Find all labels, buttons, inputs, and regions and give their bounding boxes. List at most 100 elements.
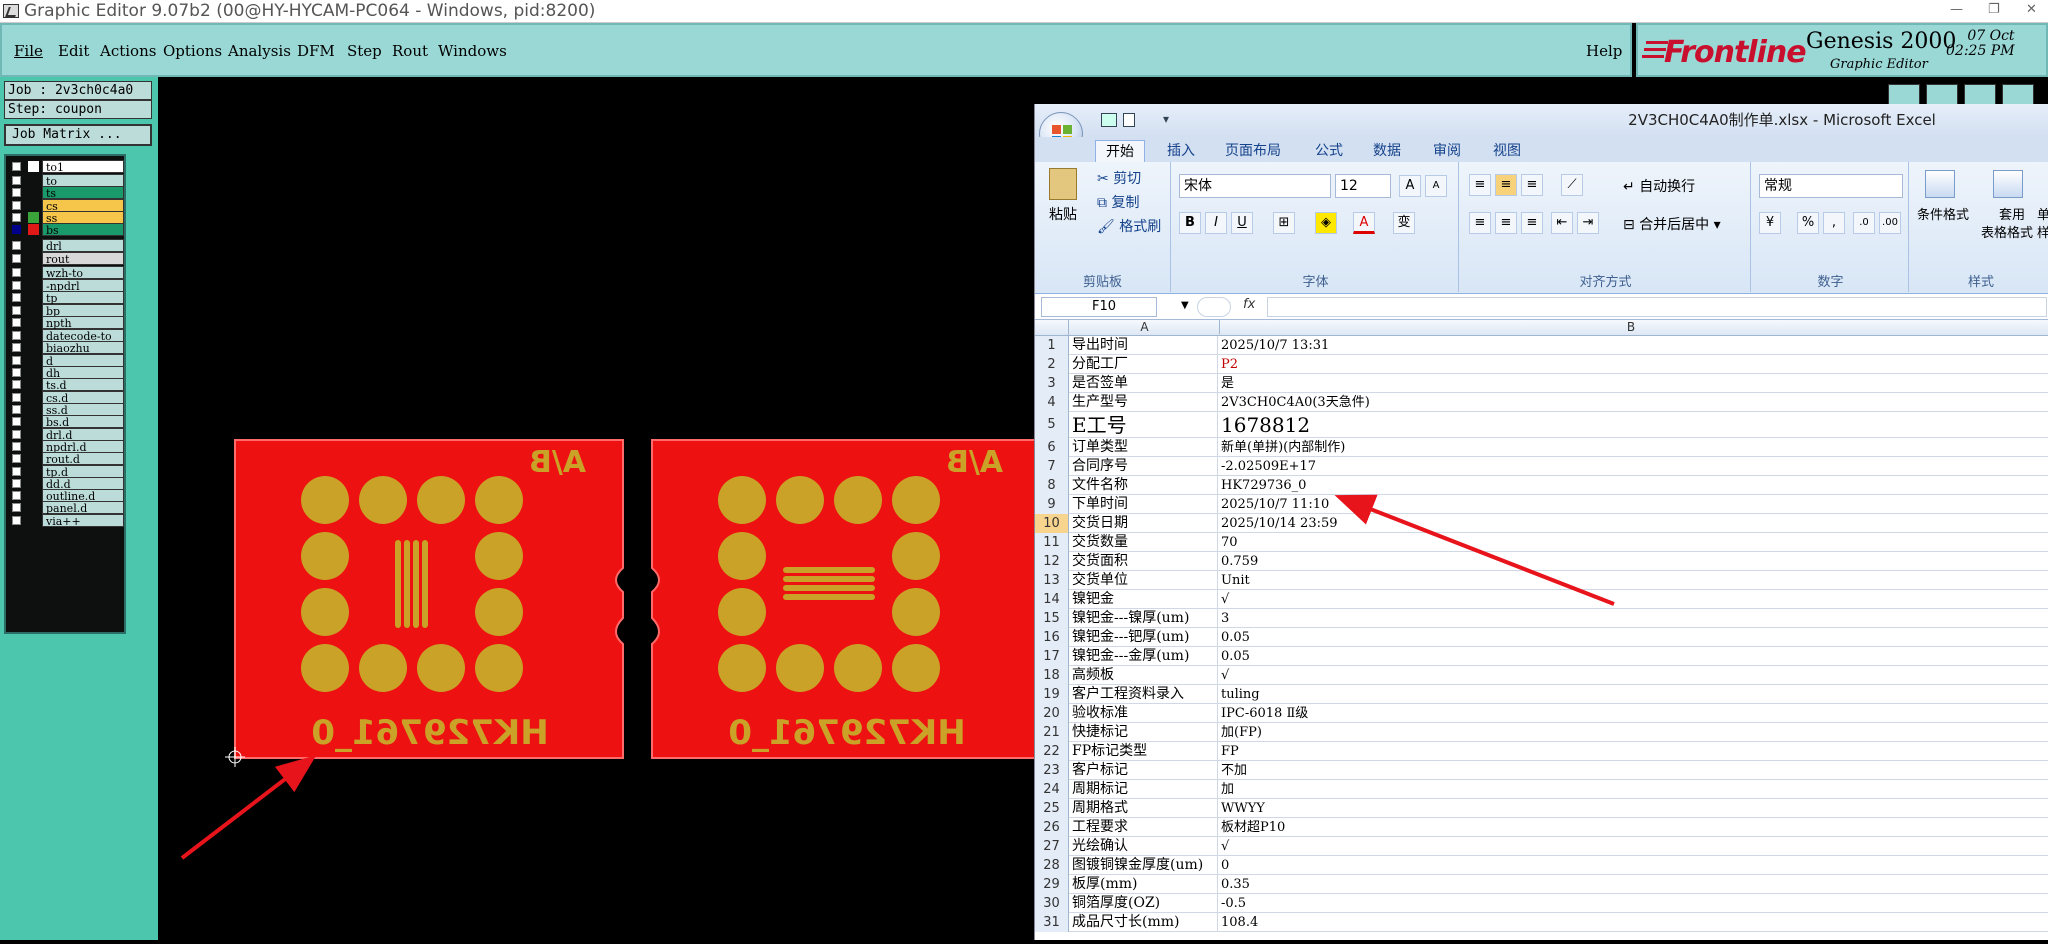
layer-checkbox[interactable] (12, 268, 21, 277)
row-number[interactable]: 1 (1035, 336, 1069, 355)
layer-checkbox[interactable] (12, 331, 21, 340)
table-row[interactable]: 17 镍钯金---金厚(um) 0.05 (1035, 647, 2048, 666)
layer-row-npth[interactable]: npth (6, 316, 124, 330)
currency-icon[interactable]: ¥ (1759, 212, 1781, 234)
cell-field-label[interactable]: 客户工程资料录入 (1070, 685, 1218, 704)
menu-actions[interactable]: Actions (100, 42, 156, 60)
comma-button[interactable]: , (1823, 212, 1845, 234)
layer-color-swatch[interactable] (28, 478, 39, 489)
layer-color-swatch[interactable] (28, 416, 39, 427)
row-number[interactable]: 23 (1035, 761, 1069, 780)
row-number[interactable]: 2 (1035, 355, 1069, 374)
layer-color-swatch[interactable] (28, 267, 39, 278)
tab-formulas[interactable]: 公式 (1305, 140, 1353, 162)
tab-data[interactable]: 数据 (1363, 140, 1411, 162)
cell-field-value[interactable]: 加(FP) (1221, 723, 2041, 742)
row-number[interactable]: 10 (1035, 514, 1069, 533)
tab-review[interactable]: 审阅 (1423, 140, 1471, 162)
number-format-select[interactable]: 常规 (1759, 174, 1903, 198)
conditional-format-button[interactable]: 条件格式 (1917, 204, 1969, 223)
layer-checkbox[interactable] (12, 254, 21, 263)
layer-color-swatch[interactable] (28, 379, 39, 390)
align-left-icon[interactable]: ≡ (1469, 212, 1491, 234)
namebox-dropdown-icon[interactable]: ▼ (1181, 300, 1189, 311)
table-row[interactable]: 28 图镀铜镍金厚度(um) 0 (1035, 856, 2048, 875)
cell-field-label[interactable]: 快捷标记 (1070, 723, 1218, 742)
cell-field-label[interactable]: 工程要求 (1070, 818, 1218, 837)
row-number[interactable]: 21 (1035, 723, 1069, 742)
layer-checkbox[interactable] (12, 306, 21, 315)
phonetic-button[interactable]: 变 (1393, 212, 1415, 234)
layer-color-swatch[interactable] (28, 490, 39, 501)
table-row[interactable]: 23 客户标记 不加 (1035, 761, 2048, 780)
layer-checkbox[interactable] (12, 417, 21, 426)
format-painter-button[interactable]: 🖌 格式刷 (1097, 216, 1161, 236)
table-row[interactable]: 19 客户工程资料录入 tuling (1035, 685, 2048, 704)
customize-qat-icon[interactable]: ▾ (1163, 112, 1169, 126)
cell-field-value[interactable]: Unit (1221, 571, 2041, 590)
font-size-select[interactable]: 12 (1335, 174, 1391, 198)
table-row[interactable]: 22 FP标记类型 FP (1035, 742, 2048, 761)
layer-color-swatch[interactable] (28, 200, 39, 211)
save-icon[interactable] (1101, 113, 1117, 127)
menu-analysis[interactable]: Analysis (228, 42, 291, 60)
cell-field-value[interactable]: 0.759 (1221, 552, 2041, 571)
layer-color-swatch[interactable] (28, 161, 39, 172)
layer-checkbox[interactable] (12, 213, 21, 222)
table-row[interactable]: 30 铜箔厚度(OZ) -0.5 (1035, 894, 2048, 913)
tab-view[interactable]: 视图 (1483, 140, 1531, 162)
table-row[interactable]: 31 成品尺寸长(mm) 108.4 (1035, 913, 2048, 932)
layer-row-bs[interactable]: bs (6, 223, 124, 237)
cell-field-value[interactable]: -0.5 (1221, 894, 2041, 913)
table-row[interactable]: 16 镍钯金---钯厚(um) 0.05 (1035, 628, 2048, 647)
layer-row-drl[interactable]: drl (6, 239, 124, 253)
table-row[interactable]: 4 生产型号 2V3CH0C4A0(3天急件) (1035, 393, 2048, 412)
layer-color-swatch[interactable] (28, 453, 39, 464)
layer-checkbox[interactable] (12, 442, 21, 451)
table-row[interactable]: 26 工程要求 板材超P10 (1035, 818, 2048, 837)
menu-rout[interactable]: Rout (392, 42, 428, 60)
layer-checkbox[interactable] (12, 467, 21, 476)
row-number[interactable]: 7 (1035, 457, 1069, 476)
borders-icon[interactable]: ⊞ (1273, 212, 1295, 234)
increase-indent-icon[interactable]: ⇥ (1577, 212, 1599, 234)
cell-field-label[interactable]: 文件名称 (1070, 476, 1218, 495)
table-row[interactable]: 25 周期格式 WWYY (1035, 799, 2048, 818)
cell-field-label[interactable]: 合同序号 (1070, 457, 1218, 476)
minimize-icon[interactable]: — (1950, 2, 1963, 17)
row-number[interactable]: 28 (1035, 856, 1069, 875)
table-row[interactable]: 27 光绘确认 √ (1035, 837, 2048, 856)
row-number[interactable]: 4 (1035, 393, 1069, 412)
row-number[interactable]: 11 (1035, 533, 1069, 552)
cell-field-label[interactable]: FP标记类型 (1070, 742, 1218, 761)
cell-field-value[interactable]: 板材超P10 (1221, 818, 2041, 837)
decrease-decimal-icon[interactable]: .00 (1879, 212, 1901, 234)
table-row[interactable]: 29 板厚(mm) 0.35 (1035, 875, 2048, 894)
layer-color-swatch[interactable] (28, 317, 39, 328)
paste-button[interactable]: 粘贴 (1049, 204, 1077, 224)
cell-field-label[interactable]: 光绘确认 (1070, 837, 1218, 856)
cell-field-value[interactable]: 2V3CH0C4A0(3天急件) (1221, 393, 2041, 412)
layer-color-swatch[interactable] (28, 187, 39, 198)
cell-field-value[interactable]: 0.05 (1221, 647, 2041, 666)
layer-checkbox[interactable] (12, 454, 21, 463)
layer-color-swatch[interactable] (28, 515, 39, 526)
font-color-button[interactable]: A (1353, 212, 1375, 234)
cell-field-label[interactable]: 交货日期 (1070, 514, 1218, 533)
formula-input[interactable] (1267, 297, 2047, 317)
row-number[interactable]: 27 (1035, 837, 1069, 856)
layer-row-via-[interactable]: via++ (6, 514, 124, 528)
row-number[interactable]: 26 (1035, 818, 1069, 837)
cell-field-label[interactable]: 是否签单 (1070, 374, 1218, 393)
row-number[interactable]: 3 (1035, 374, 1069, 393)
decrease-indent-icon[interactable]: ⇤ (1551, 212, 1573, 234)
cell-field-value[interactable]: 70 (1221, 533, 2041, 552)
cell-field-label[interactable]: 客户标记 (1070, 761, 1218, 780)
menu-windows[interactable]: Windows (438, 42, 507, 60)
cell-field-value[interactable]: √ (1221, 590, 2041, 609)
cell-field-label[interactable]: 板厚(mm) (1070, 875, 1218, 894)
layer-checkbox[interactable] (12, 479, 21, 488)
cell-field-label[interactable]: 交货单位 (1070, 571, 1218, 590)
table-row[interactable]: 13 交货单位 Unit (1035, 571, 2048, 590)
grow-font-button[interactable]: A (1399, 175, 1421, 197)
